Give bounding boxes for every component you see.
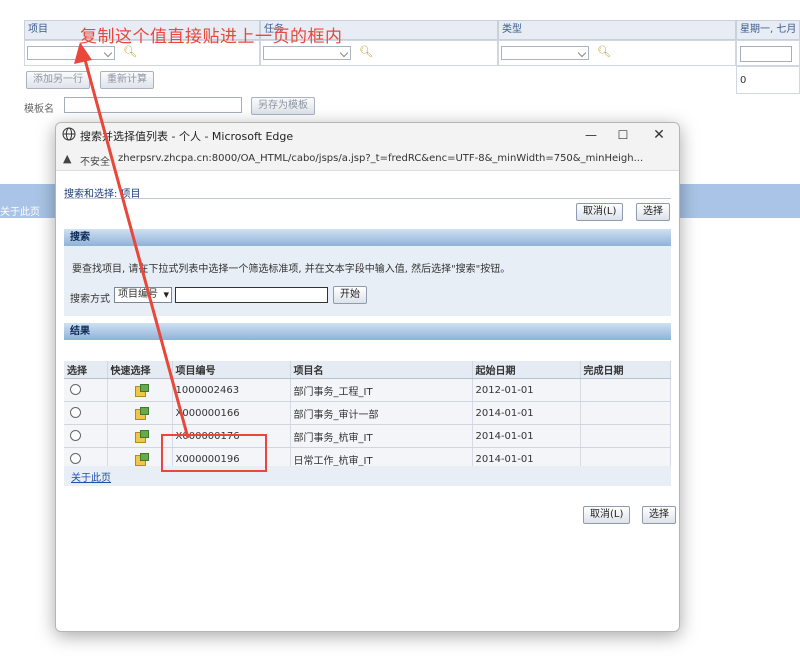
type-input[interactable]	[501, 46, 589, 60]
select-radio[interactable]	[70, 407, 81, 419]
project-input[interactable]	[27, 46, 115, 60]
table-row: X000000176 部门事务_杭审_IT 2014-01-01	[64, 424, 671, 448]
minimize-icon[interactable]: —	[576, 126, 606, 144]
window-title: 搜索并选择值列表 - 个人 - Microsoft Edge	[80, 130, 294, 143]
highlight-box	[161, 434, 267, 472]
project-name-cell: 部门事务_审计一部	[290, 401, 473, 425]
project-name-cell: 部门事务_工程_IT	[290, 378, 473, 402]
window-titlebar: 搜索并选择值列表 - 个人 - Microsoft Edge — ☐ ✕	[56, 123, 679, 147]
add-row-button[interactable]: 添加另一行	[26, 71, 90, 89]
cancel-button-top[interactable]: 取消(L)	[576, 203, 624, 221]
col-project-number: 项目编号	[172, 361, 291, 379]
col-project-name: 项目名	[290, 361, 473, 379]
results-section-header: 结果	[64, 323, 671, 340]
not-secure-label[interactable]: 不安全	[80, 153, 110, 168]
grid-button-row: 添加另一行 重新计算	[24, 66, 736, 94]
table-row: 1000002463 部门事务_工程_IT 2012-01-01	[64, 378, 671, 402]
start-date-cell: 2012-01-01	[472, 378, 581, 402]
url-text[interactable]: zherpsrv.zhcpa.cn:8000/OA_HTML/cabo/jsps…	[118, 153, 673, 164]
col-start-date: 起始日期	[472, 361, 581, 379]
column-header-type: 类型	[498, 20, 736, 40]
save-as-template-button[interactable]: 另存为模板	[251, 97, 315, 115]
end-date-cell	[580, 401, 671, 425]
close-icon[interactable]: ✕	[644, 126, 674, 144]
quick-select-icon[interactable]	[134, 407, 149, 420]
quick-select-icon[interactable]	[134, 453, 149, 466]
quick-select-icon[interactable]	[134, 430, 149, 443]
start-date-cell: 2014-01-01	[472, 424, 581, 448]
search-text-input[interactable]	[175, 287, 328, 303]
annotation-text: 复制这个值直接贴进上一页的框内	[80, 27, 343, 47]
table-row: X000000166 部门事务_审计一部 2014-01-01	[64, 401, 671, 425]
task-input[interactable]	[263, 46, 351, 60]
select-radio[interactable]	[70, 384, 81, 396]
type-cell: 🔍︎	[498, 40, 736, 66]
start-date-cell: 2014-01-01	[472, 401, 581, 425]
results-table: 选择 快速选择 项目编号 项目名 起始日期 完成日期 1000002463 部门…	[64, 361, 671, 471]
search-hint: 要查找项目, 请在下拉式列表中选择一个筛选标准项, 并在文本字段中输入值, 然后…	[72, 264, 511, 275]
day-hours-input[interactable]	[740, 46, 792, 62]
select-radio[interactable]	[70, 430, 81, 442]
cancel-button-bottom[interactable]: 取消(L)	[583, 506, 631, 524]
project-name-cell: 部门事务_杭审_IT	[290, 424, 473, 448]
end-date-cell	[580, 378, 671, 402]
project-number-cell: 1000002463	[172, 378, 291, 402]
search-panel: 要查找项目, 请在下拉式列表中选择一个筛选标准项, 并在文本字段中输入值, 然后…	[64, 246, 671, 316]
search-by-select[interactable]: 项目编号	[114, 287, 172, 303]
about-panel	[64, 466, 671, 486]
go-button[interactable]: 开始	[333, 286, 367, 304]
maximize-icon[interactable]: ☐	[608, 126, 638, 144]
template-name-input[interactable]	[64, 97, 242, 113]
lov-content: 搜索和选择: 项目 取消(L) 选择 搜索 要查找项目, 请在下拉式列表中选择一…	[56, 171, 679, 631]
footer-about-link[interactable]: 关于此页	[0, 203, 40, 218]
search-by-label: 搜索方式	[70, 294, 110, 305]
popup-window: 搜索并选择值列表 - 个人 - Microsoft Edge — ☐ ✕ ▲ 不…	[55, 122, 680, 632]
select-button-bottom[interactable]: 选择	[642, 506, 676, 524]
select-button-top[interactable]: 选择	[636, 203, 670, 221]
template-name-label: 模板名	[24, 104, 54, 115]
type-search-icon[interactable]: 🔍︎	[597, 45, 611, 58]
recalculate-button[interactable]: 重新计算	[100, 71, 154, 89]
quick-select-icon[interactable]	[134, 384, 149, 397]
search-by-value: 项目编号	[118, 289, 158, 300]
address-bar: ▲ 不安全 zherpsrv.zhcpa.cn:8000/OA_HTML/cab…	[56, 147, 679, 171]
day-total-cell: 0	[736, 66, 800, 94]
col-select: 选择	[64, 361, 108, 379]
column-header-day: 星期一, 七月 1	[736, 20, 800, 53]
col-end-date: 完成日期	[580, 361, 671, 379]
title-divider	[64, 198, 671, 199]
warning-icon[interactable]: ▲	[63, 152, 71, 165]
end-date-cell	[580, 424, 671, 448]
search-section-header: 搜索	[64, 229, 671, 246]
day-cell	[736, 40, 800, 66]
select-radio[interactable]	[70, 453, 81, 465]
task-search-icon[interactable]: 🔍︎	[359, 45, 373, 58]
about-link[interactable]: 关于此页	[71, 469, 111, 484]
project-number-cell: X000000166	[172, 401, 291, 425]
globe-icon	[62, 127, 76, 141]
col-quick-select: 快速选择	[107, 361, 173, 379]
day-total-value: 0	[740, 75, 747, 86]
